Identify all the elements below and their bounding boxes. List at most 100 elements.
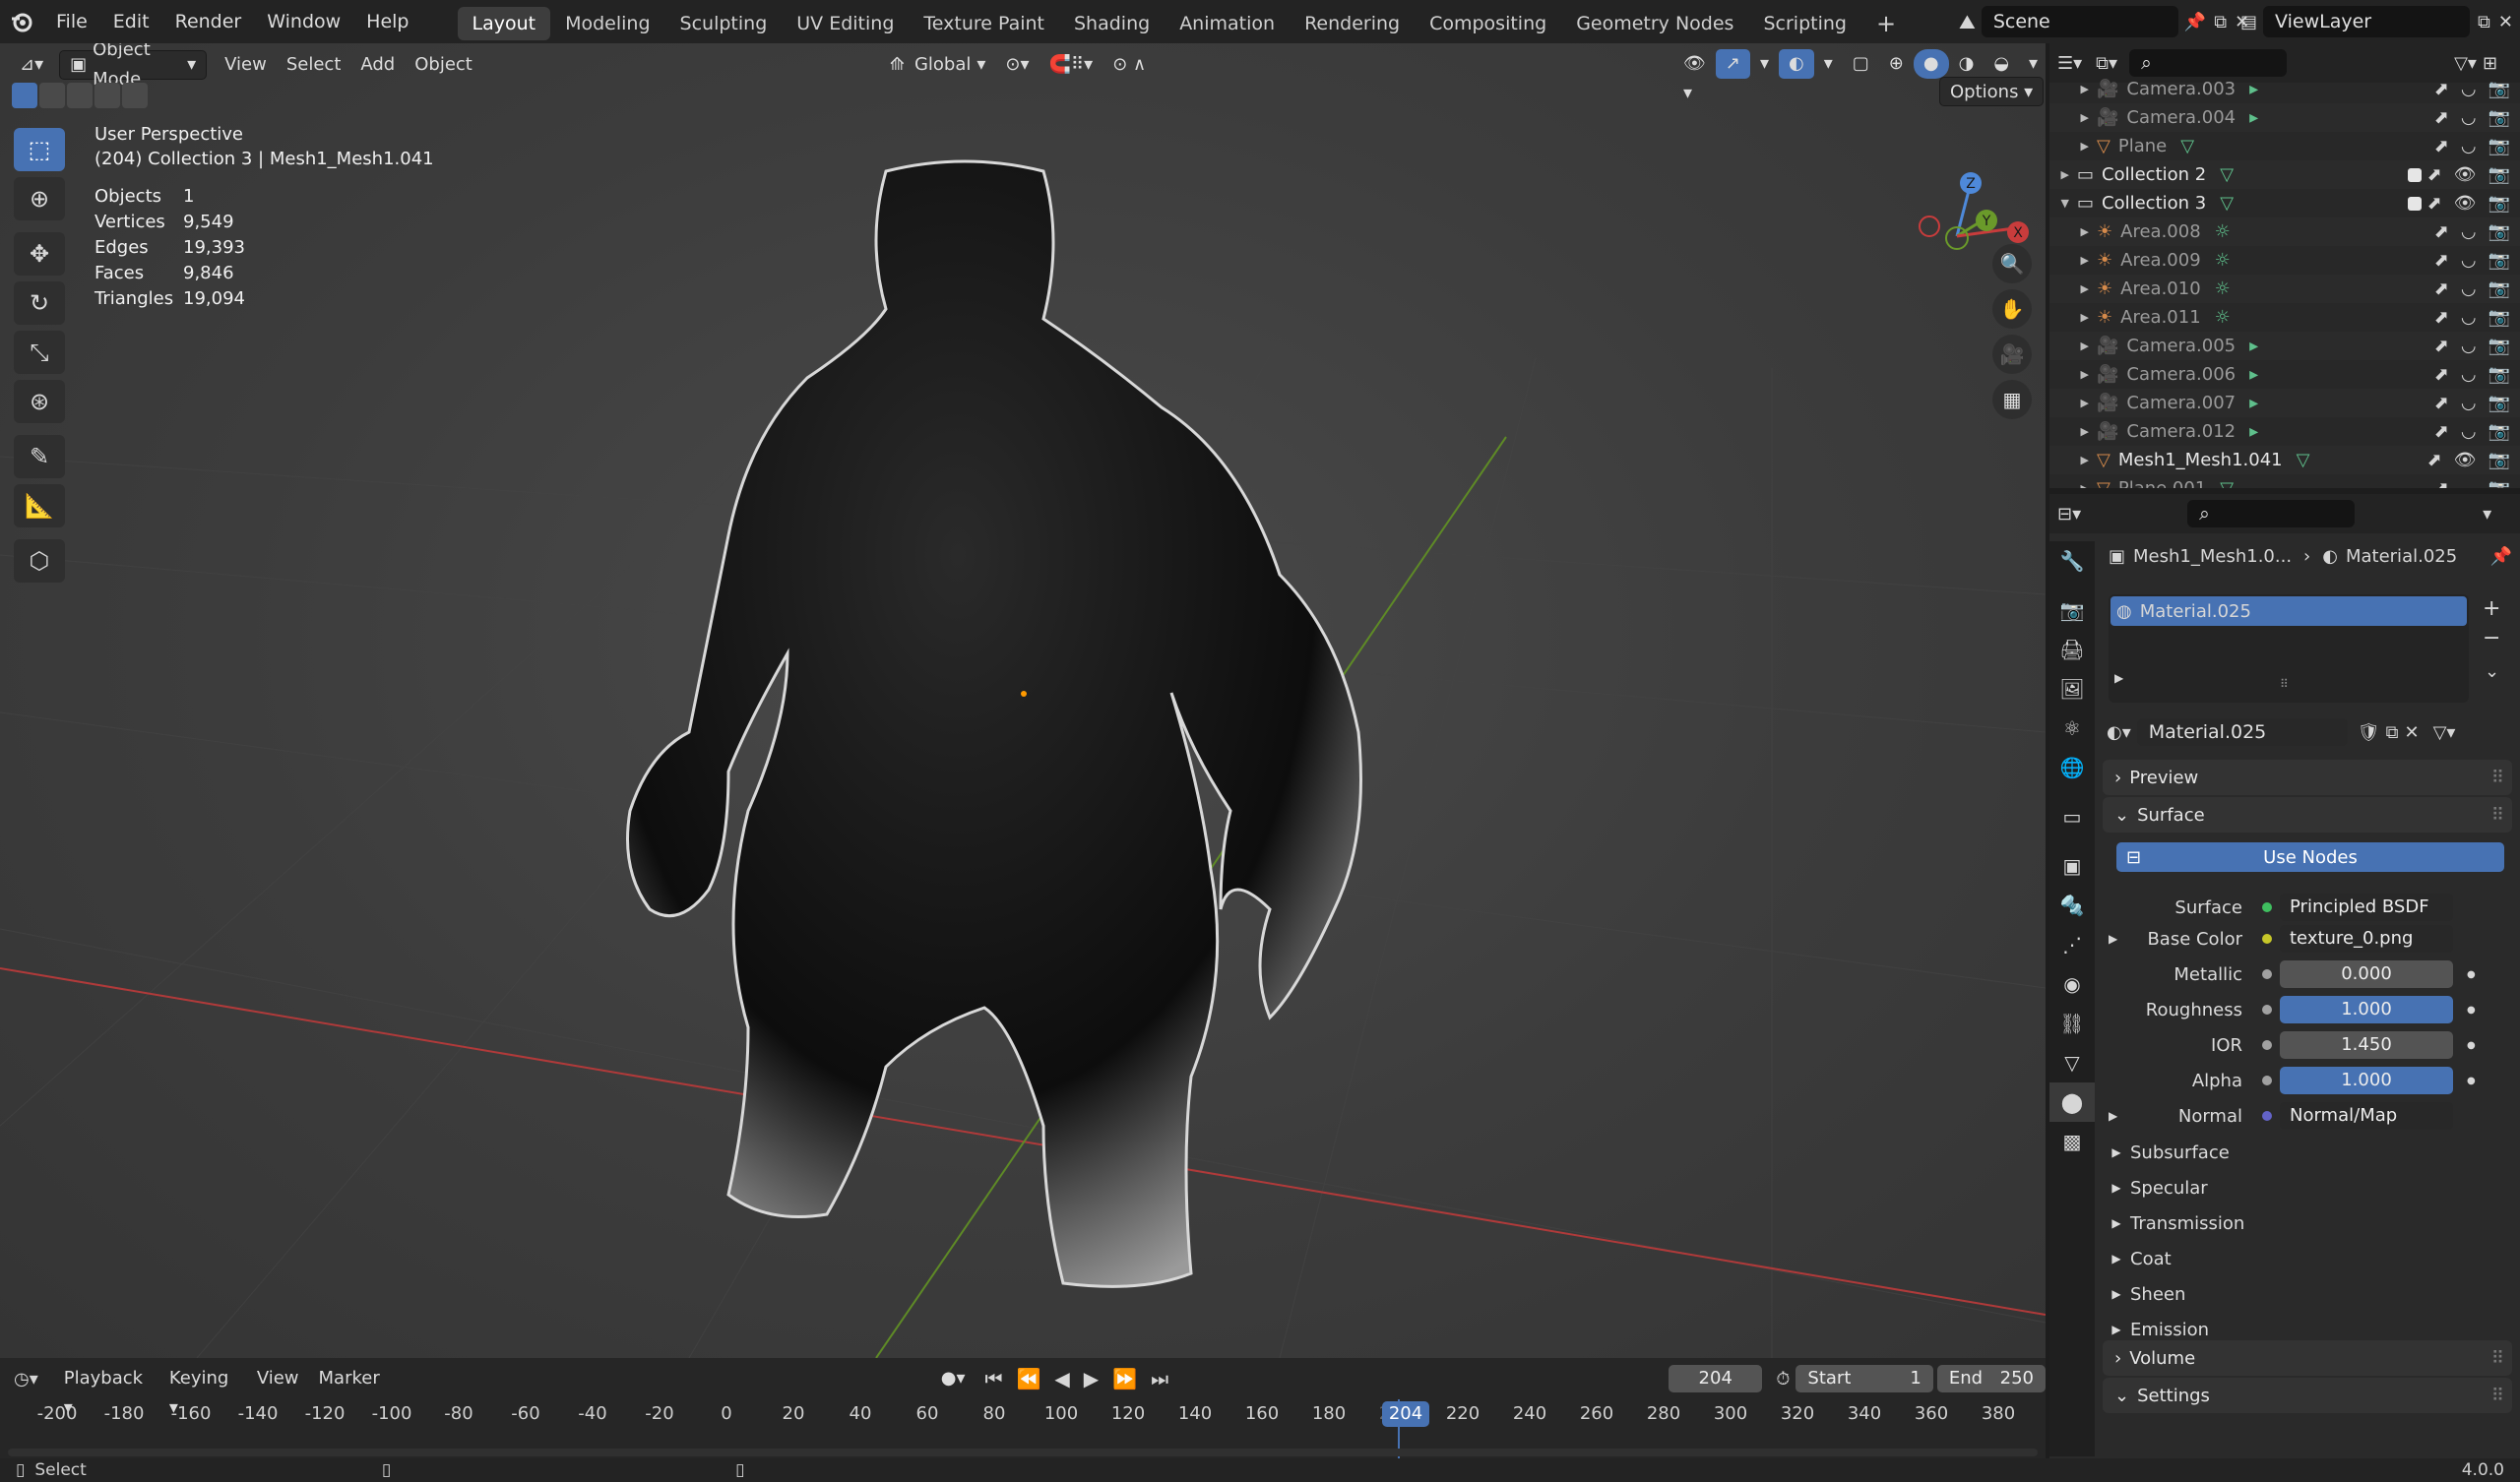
camera-view-icon[interactable]: 🎥 bbox=[1992, 335, 2032, 374]
rotate-tool-icon[interactable]: ↻ bbox=[14, 281, 65, 325]
tab-geometry-nodes[interactable]: Geometry Nodes bbox=[1561, 7, 1748, 40]
subpanel-transmission[interactable]: ▶ Transmission bbox=[2103, 1206, 2512, 1240]
selectable-icon[interactable]: ⬈ bbox=[2434, 278, 2449, 299]
render-camera-icon[interactable]: 📷 bbox=[2488, 250, 2510, 271]
collection-checkbox[interactable] bbox=[2407, 167, 2422, 182]
menu-render[interactable]: Render bbox=[162, 0, 255, 43]
menu-edit[interactable]: Edit bbox=[100, 0, 162, 43]
unlink-material-icon[interactable]: ✕ bbox=[2404, 722, 2419, 743]
menu-window[interactable]: Window bbox=[254, 0, 353, 43]
tool-tab-icon[interactable]: 🔧 bbox=[2049, 541, 2095, 581]
mode-selector[interactable]: ▣ Object Mode ▾ bbox=[59, 43, 208, 90]
pan-hand-icon[interactable]: ✋ bbox=[1992, 289, 2032, 329]
expand-arrow-icon[interactable]: ▶ bbox=[2049, 140, 2095, 153]
shading-dropdown-icon[interactable]: ▾ bbox=[2019, 49, 2046, 79]
annotate-tool-icon[interactable]: ✎ bbox=[14, 435, 65, 478]
selectable-icon[interactable]: ⬈ bbox=[2434, 107, 2449, 128]
selectable-icon[interactable]: ⬈ bbox=[2427, 193, 2442, 214]
eye-closed-icon[interactable]: ◡ bbox=[2461, 421, 2477, 442]
bear-mesh[interactable] bbox=[626, 159, 1362, 1288]
outliner-row[interactable]: ▶ ☀ Area.009 ☼ ⬈ ◡ 📷 bbox=[2049, 246, 2520, 275]
render-camera-icon[interactable]: 📷 bbox=[2488, 393, 2510, 413]
expand-arrow-icon[interactable]: ▼ bbox=[2049, 197, 2075, 210]
outliner-row[interactable]: ▼ ▭ Collection 3 ▽ ⬈ 👁 📷 bbox=[2049, 189, 2520, 217]
subpanel-specular[interactable]: ▶ Specular bbox=[2103, 1171, 2512, 1204]
outliner-row[interactable]: ▶ ☀ Area.008 ☼ ⬈ ◡ 📷 bbox=[2049, 217, 2520, 246]
outliner-row[interactable]: ▶ 🎥 Camera.005 ▸ ⬈ ◡ 📷 bbox=[2049, 332, 2520, 360]
select-invert-icon[interactable] bbox=[94, 83, 120, 108]
subpanel-coat[interactable]: ▶ Coat bbox=[2103, 1242, 2512, 1275]
selectable-icon[interactable]: ⬈ bbox=[2427, 164, 2442, 185]
selectable-icon[interactable]: ⬈ bbox=[2434, 250, 2449, 271]
viewport-menu-object[interactable]: Object bbox=[405, 50, 482, 80]
scale-tool-icon[interactable]: ⤡ bbox=[14, 331, 65, 374]
navigation-gizmo[interactable]: Z Y X bbox=[1910, 126, 2038, 254]
outliner-row[interactable]: ▶ ☀ Area.010 ☼ ⬈ ◡ 📷 bbox=[2049, 275, 2520, 303]
expand-arrow-icon[interactable]: ▶ bbox=[2049, 482, 2095, 488]
input-value-field[interactable]: 1.450 bbox=[2280, 1031, 2453, 1059]
eye-closed-icon[interactable]: ◡ bbox=[2461, 307, 2477, 328]
subpanel-subsurface[interactable]: ▶ Subsurface bbox=[2103, 1136, 2512, 1169]
outliner-row[interactable]: ▶ ▽ Plane ▽ ⬈ ◡ 📷 bbox=[2049, 132, 2520, 160]
pin-icon[interactable]: 📌 bbox=[2490, 546, 2512, 567]
scene-name-field[interactable]: Scene bbox=[1981, 6, 2178, 37]
selectable-icon[interactable]: ⬈ bbox=[2434, 136, 2449, 156]
keyframe-dot-icon[interactable]: ● bbox=[2467, 969, 2476, 980]
orthographic-toggle-icon[interactable]: ▦ bbox=[1992, 380, 2032, 419]
render-camera-icon[interactable]: 📷 bbox=[2488, 307, 2510, 328]
keyframe-dot-icon[interactable]: ● bbox=[2467, 1076, 2476, 1086]
tab-shading[interactable]: Shading bbox=[1059, 7, 1165, 40]
frame-ruler[interactable]: -200 -180 -160 -140 -120 -100 -80 -60 -40 -20 0 20 4… bbox=[0, 1358, 2046, 1462]
outliner-row[interactable]: ▶▽Plane.001▽⬈◡📷 bbox=[2049, 474, 2520, 488]
tab-modeling[interactable]: Modeling bbox=[550, 7, 664, 40]
render-tab-icon[interactable]: 📷 bbox=[2049, 590, 2095, 630]
eye-closed-icon[interactable]: ◡ bbox=[2461, 136, 2477, 156]
select-box-tool-icon[interactable]: ⬚ bbox=[14, 128, 65, 171]
expand-arrow-icon[interactable]: ▶ bbox=[2049, 111, 2095, 124]
editor-type-icon[interactable]: ⊿▾ bbox=[10, 50, 53, 80]
outliner-row[interactable]: ▶ ☀ Area.011 ☼ ⬈ ◡ 📷 bbox=[2049, 303, 2520, 332]
move-tool-icon[interactable]: ✥ bbox=[14, 232, 65, 276]
texture-tab-icon[interactable]: ▩ bbox=[2049, 1122, 2095, 1161]
expand-arrow-icon[interactable]: ▶ bbox=[2049, 425, 2095, 438]
render-camera-icon[interactable]: 📷 bbox=[2488, 478, 2510, 488]
add-slot-icon[interactable]: + bbox=[2483, 596, 2500, 621]
select-intersect-icon[interactable] bbox=[122, 83, 148, 108]
pivot-point-icon[interactable]: ⊙▾ bbox=[995, 50, 1039, 80]
tab-compositing[interactable]: Compositing bbox=[1415, 7, 1561, 40]
new-collection-icon[interactable]: ⊞ bbox=[2483, 53, 2497, 74]
render-camera-icon[interactable]: 📷 bbox=[2488, 421, 2510, 442]
properties-editor[interactable]: ⊟▾ ⌕ ▾ 🔧 📷 🖨 🖼 ⚛ 🌐 ▭ ▣ 🔩 ⋰ ◉ ⛓ ▽ ⬤ ▩ ▣ M… bbox=[2049, 494, 2520, 1458]
output-tab-icon[interactable]: 🖨 bbox=[2049, 630, 2095, 669]
selectable-icon[interactable]: ⬈ bbox=[2434, 307, 2449, 328]
outliner-row[interactable]: ▶ 🎥 Camera.004 ▸ ⬈ ◡ 📷 bbox=[2049, 103, 2520, 132]
collection-tab-icon[interactable]: ▭ bbox=[2049, 797, 2095, 836]
remove-slot-icon[interactable]: − bbox=[2483, 626, 2500, 650]
material-slot-list[interactable]: ◍ Material.025 ▶ ⠿ bbox=[2109, 594, 2469, 703]
expand-arrow-icon[interactable]: ▶ bbox=[2049, 340, 2095, 352]
options-dropdown[interactable]: Options ▾ bbox=[1939, 77, 2045, 106]
timeline-scrollbar[interactable] bbox=[8, 1449, 2038, 1456]
render-camera-icon[interactable]: 📷 bbox=[2488, 336, 2510, 356]
render-camera-icon[interactable]: 📷 bbox=[2488, 79, 2510, 99]
outliner[interactable]: ☰▾ ⧉▾ ⌕ ▽▾ ⊞ ▶ 🎥 Camera.003 ▸ ⬈ ◡ 📷 ▶ 🎥 Camera.00… bbox=[2049, 43, 2520, 488]
collection-checkbox[interactable] bbox=[2407, 196, 2422, 211]
object-tab-icon[interactable]: ▣ bbox=[2049, 846, 2095, 886]
proportional-editing-icon[interactable]: ⊙ ∧ bbox=[1102, 50, 1156, 80]
timeline[interactable]: ◷▾ Playback ▾ Keying ▾ View Marker ●▾ ⏮ … bbox=[0, 1358, 2046, 1462]
viewport-menu-select[interactable]: Select bbox=[277, 50, 351, 80]
xray-icon[interactable]: ▢ bbox=[1843, 49, 1879, 79]
use-nodes-button[interactable]: ⊟ Use Nodes bbox=[2116, 842, 2504, 872]
eye-closed-icon[interactable]: ◡ bbox=[2461, 221, 2477, 242]
render-camera-icon[interactable]: 📷 bbox=[2488, 193, 2510, 214]
modifier-tab-icon[interactable]: 🔩 bbox=[2049, 886, 2095, 925]
expand-arrow-icon[interactable]: ▶ bbox=[2049, 282, 2095, 295]
slot-expand-icon[interactable]: ▶ bbox=[2114, 671, 2123, 685]
outliner-row[interactable]: ▶ 🎥 Camera.006 ▸ ⬈ ◡ 📷 bbox=[2049, 360, 2520, 389]
select-extend-icon[interactable] bbox=[39, 83, 65, 108]
render-camera-icon[interactable]: 📷 bbox=[2488, 107, 2510, 128]
scene-tab-icon[interactable]: ⚛ bbox=[2049, 709, 2095, 748]
view-layer-icon[interactable]: ▤ bbox=[2240, 12, 2257, 32]
playhead-frame-indicator[interactable]: 204 bbox=[1382, 1401, 1429, 1427]
constraints-tab-icon[interactable]: ⛓ bbox=[2049, 1004, 2095, 1043]
